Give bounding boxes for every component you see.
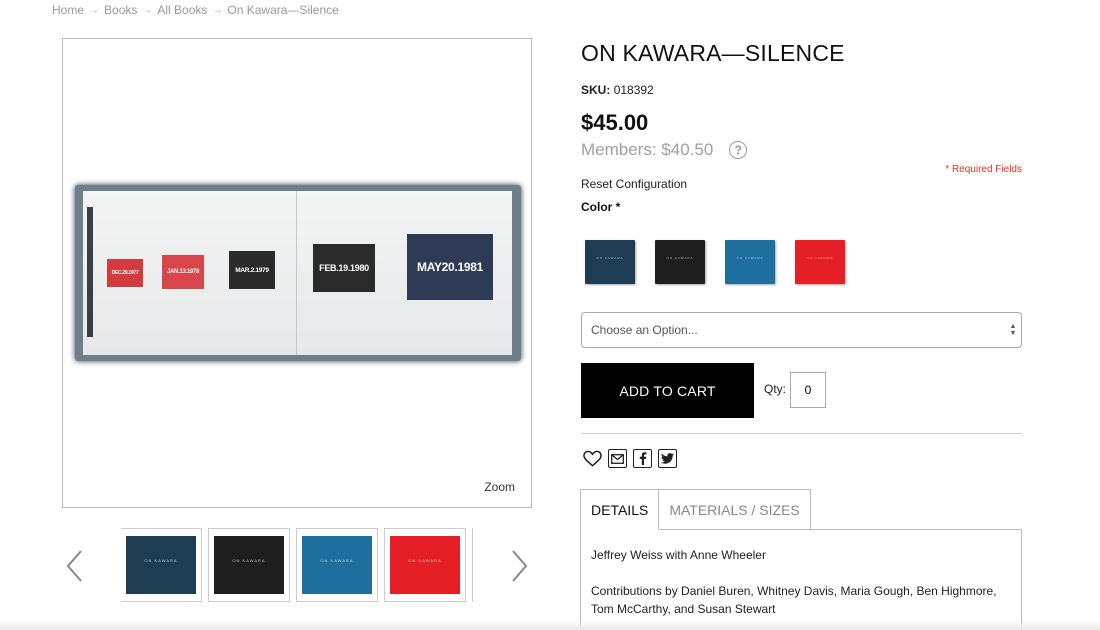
product-tabs: DETAILS MATERIALS / SIZES [580,489,811,530]
option-select[interactable]: Choose an Option... ▲ ▼ [581,312,1022,348]
right-page: FEB.19.1980 MAY20.1981 [297,191,512,355]
color-label: Color * [581,200,621,214]
breadcrumb-arrow-icon: → [89,4,100,16]
breadcrumb-home[interactable]: Home [52,3,84,17]
help-icon[interactable]: ? [729,141,748,159]
thumbnail[interactable]: ON KAWARA [121,528,202,602]
email-icon[interactable] [608,449,627,468]
share-actions [583,449,677,468]
required-fields-note: * Required Fields [945,164,1022,175]
thumbnail-book-image: ON KAWARA [302,536,372,594]
thumbnail[interactable]: ON KAWARA [296,528,378,602]
next-thumbnail-button[interactable] [508,548,530,584]
date-painting: JAN.13.1978 [162,255,204,289]
qty-input[interactable] [790,372,826,408]
breadcrumb-arrow-icon: → [142,4,153,16]
sku-label: SKU: [581,83,611,97]
thumbnail-strip: ON KAWARA ON KAWARA ON KAWARA ON KAWARA [121,528,473,602]
updown-arrow-icon: ▲ ▼ [1009,323,1017,337]
details-contributors: Contributions by Daniel Buren, Whitney D… [591,584,997,616]
swatch-black[interactable]: ON KAWARA [655,240,705,284]
heart-icon[interactable] [583,449,602,468]
date-painting: MAY20.1981 [407,234,493,300]
zoom-link[interactable]: Zoom [484,480,515,494]
breadcrumb-current: On Kawara—Silence [227,3,339,17]
members-price-row: Members: $40.50 ? [581,140,748,160]
breadcrumb-books[interactable]: Books [104,3,137,17]
members-price: Members: $40.50 [581,140,714,159]
facebook-icon[interactable] [633,449,652,468]
chevron-left-icon [66,550,82,582]
swatch-dark-blue[interactable]: ON KAWARA [585,240,635,284]
left-page: DEC.29.1977 JAN.13.1978 MAR.2.1979 [83,191,297,355]
add-to-cart-button[interactable]: ADD TO CART [581,363,754,418]
reset-configuration-link[interactable]: Reset Configuration [581,177,687,191]
thumbnail[interactable] [472,528,473,602]
color-swatches: ON KAWARA ON KAWARA ON KAWARA ON KAWARA [585,240,845,284]
breadcrumb-all-books[interactable]: All Books [157,3,207,17]
previous-thumbnail-button[interactable] [64,548,86,584]
details-panel: Jeffrey Weiss with Anne Wheeler Contribu… [580,529,1022,630]
thumbnail[interactable]: ON KAWARA [384,528,466,602]
select-value: Choose an Option... [591,323,698,337]
breadcrumb-arrow-icon: → [212,4,223,16]
swatch-blue[interactable]: ON KAWARA [725,240,775,284]
swatch-red[interactable]: ON KAWARA [795,240,845,284]
date-painting: FEB.19.1980 [313,244,375,292]
date-painting: MAR.2.1979 [229,251,275,289]
thumbnail[interactable]: ON KAWARA [208,528,290,602]
sku-value: 018392 [613,83,654,97]
twitter-icon[interactable] [658,449,677,468]
date-painting: DEC.29.1977 [107,259,143,287]
tab-materials-sizes[interactable]: MATERIALS / SIZES [659,489,811,530]
thumbnail-book-image: ON KAWARA [126,536,196,594]
product-title: ON KAWARA—SILENCE [581,40,845,66]
qty-label: Qty: [764,382,787,396]
sku: SKU: 018392 [581,83,654,97]
main-product-image[interactable]: DEC.29.1977 JAN.13.1978 MAR.2.1979 FEB.1… [62,38,532,508]
breadcrumb: Home → Books → All Books → On Kawara—Sil… [52,3,339,17]
thumbnail-book-image: ON KAWARA [214,536,284,594]
tab-details[interactable]: DETAILS [580,489,660,530]
divider [581,433,1022,434]
details-author: Jeffrey Weiss with Anne Wheeler [591,548,766,562]
book-spread-image: DEC.29.1977 JAN.13.1978 MAR.2.1979 FEB.1… [75,185,521,361]
chevron-right-icon [512,550,528,582]
price: $45.00 [581,110,649,135]
thumbnail-book-image: ON KAWARA [390,536,460,594]
